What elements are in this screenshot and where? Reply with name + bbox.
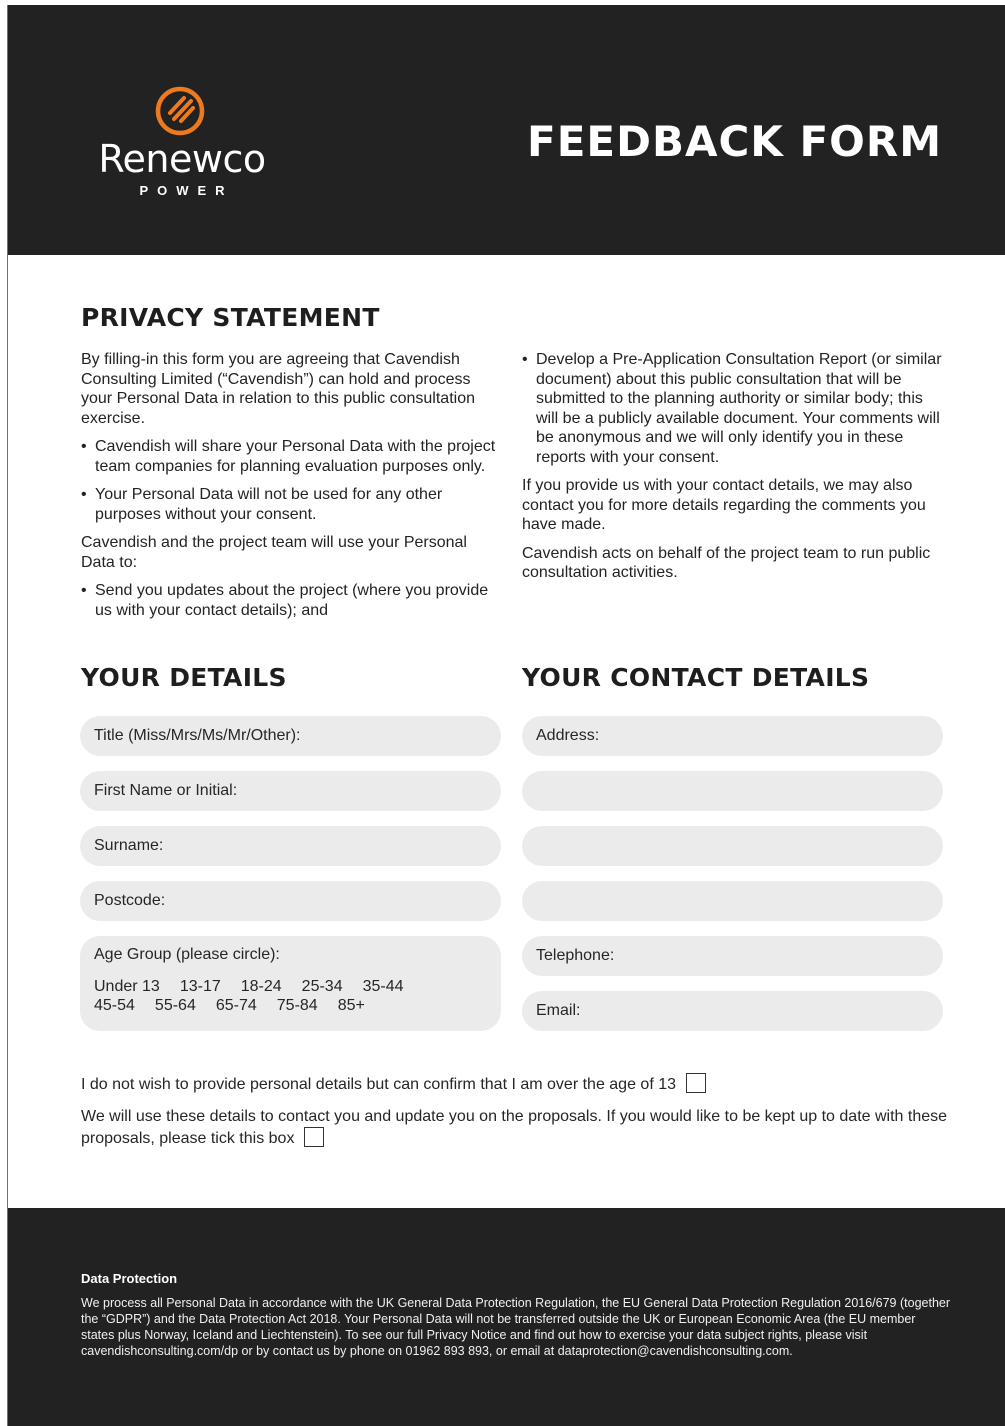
age-option[interactable]: 75-84 <box>277 996 318 1015</box>
age-option[interactable]: 45-54 <box>94 996 135 1015</box>
footer-band: Data Protection We process all Personal … <box>8 1208 1005 1426</box>
privacy-left-column: By filling-in this form you are agreeing… <box>81 350 501 629</box>
address-line-3-field[interactable] <box>522 826 943 866</box>
first-name-field-label: First Name or Initial: <box>94 782 238 799</box>
email-field[interactable]: Email: <box>522 991 943 1031</box>
age-confirm-row: I do not wish to provide personal detail… <box>81 1073 951 1095</box>
privacy-list-3: Develop a Pre-Application Consultation R… <box>522 350 948 467</box>
surname-field-label: Surname: <box>94 837 164 854</box>
data-protection-title: Data Protection <box>81 1271 178 1286</box>
privacy-heading: PRIVACY STATEMENT <box>81 303 380 332</box>
age-confirm-text: I do not wish to provide personal detail… <box>81 1076 677 1093</box>
privacy-bullet: Cavendish will share your Personal Data … <box>81 437 501 476</box>
privacy-contact-para: If you provide us with your contact deta… <box>522 477 926 533</box>
age-confirm-checkbox[interactable] <box>686 1073 707 1093</box>
age-group-label: Age Group (please circle): <box>94 946 280 963</box>
title-field-label: Title (Miss/Mrs/Ms/Mr/Other): <box>94 727 301 744</box>
age-option[interactable]: 13-17 <box>180 977 221 996</box>
updates-row: We will use these details to contact you… <box>81 1107 951 1149</box>
age-row-2: 45-54 55-64 65-74 75-84 85+ <box>94 996 487 1015</box>
privacy-bullet: Your Personal Data will not be used for … <box>81 485 501 524</box>
data-protection-text: We process all Personal Data in accordan… <box>81 1296 951 1358</box>
title-field[interactable]: Title (Miss/Mrs/Ms/Mr/Other): <box>80 716 501 756</box>
age-option[interactable]: 55-64 <box>155 996 196 1015</box>
telephone-field-label: Telephone: <box>536 947 615 964</box>
age-row-1: Under 13 13-17 18-24 25-34 35-44 <box>94 977 487 996</box>
address-field-label: Address: <box>536 727 600 744</box>
age-group-field[interactable]: Age Group (please circle): Under 13 13-1… <box>80 936 501 1031</box>
address-line-2-field[interactable] <box>522 771 943 811</box>
age-option[interactable]: 18-24 <box>241 977 282 996</box>
updates-checkbox[interactable] <box>304 1127 325 1147</box>
header-band: Renewco POWER FEEDBACK FORM <box>8 5 1005 255</box>
email-field-label: Email: <box>536 1002 581 1019</box>
updates-text: We will use these details to contact you… <box>81 1108 948 1147</box>
postcode-field[interactable]: Postcode: <box>80 881 501 921</box>
privacy-intro: By filling-in this form you are agreeing… <box>81 351 475 427</box>
privacy-use-intro: Cavendish and the project team will use … <box>81 534 467 571</box>
age-option[interactable]: 35-44 <box>363 977 404 996</box>
age-option[interactable]: 65-74 <box>216 996 257 1015</box>
logo-name: Renewco <box>98 137 266 181</box>
renewco-logo: Renewco POWER <box>92 83 272 203</box>
age-option[interactable]: Under 13 <box>94 977 160 996</box>
first-name-field[interactable]: First Name or Initial: <box>80 771 501 811</box>
postcode-field-label: Postcode: <box>94 892 166 909</box>
your-details-heading: YOUR DETAILS <box>81 663 287 692</box>
privacy-behalf-para: Cavendish acts on behalf of the project … <box>522 544 931 582</box>
privacy-list-1: Cavendish will share your Personal Data … <box>81 437 501 524</box>
age-option[interactable]: 25-34 <box>302 977 343 996</box>
age-option[interactable]: 85+ <box>338 996 365 1015</box>
contact-details-heading: YOUR CONTACT DETAILS <box>522 663 870 692</box>
privacy-bullet: Develop a Pre-Application Consultation R… <box>522 350 948 467</box>
telephone-field[interactable]: Telephone: <box>522 936 943 976</box>
address-line-4-field[interactable] <box>522 881 943 921</box>
address-field[interactable]: Address: <box>522 716 943 756</box>
privacy-right-column: Develop a Pre-Application Consultation R… <box>522 350 948 592</box>
surname-field[interactable]: Surname: <box>80 826 501 866</box>
renewco-logo-icon <box>155 86 205 136</box>
feedback-form-page: Renewco POWER FEEDBACK FORM PRIVACY STAT… <box>7 5 1005 1426</box>
privacy-bullet: Send you updates about the project (wher… <box>81 581 501 620</box>
privacy-list-2: Send you updates about the project (wher… <box>81 581 501 620</box>
logo-subtitle: POWER <box>139 183 234 198</box>
page-title: FEEDBACK FORM <box>527 117 942 166</box>
